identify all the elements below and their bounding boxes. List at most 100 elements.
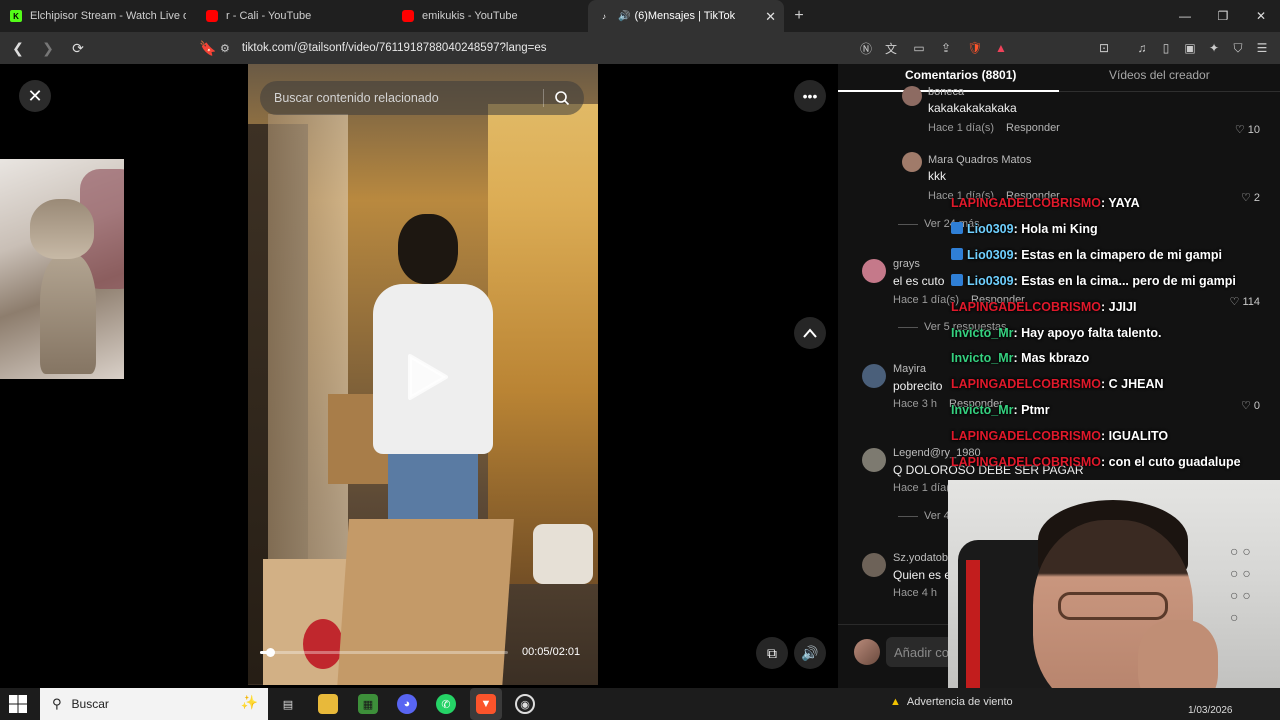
wallet-icon[interactable]: ▣	[1181, 38, 1199, 58]
cat-overlay-image	[0, 159, 124, 379]
tab-tiktok[interactable]: ♪ 🔊 (6)Mensajes | TikTok ✕	[588, 0, 784, 32]
taskbar-date: 1/03/2026	[1188, 705, 1233, 716]
obs-icon[interactable]: ◉	[515, 694, 535, 714]
reload-icon[interactable]: ⟳	[66, 36, 90, 60]
avatar[interactable]	[862, 364, 886, 388]
chat-username: Invicto_Mr	[951, 325, 1014, 340]
forward-icon[interactable]: ❯	[36, 36, 60, 60]
comment-text: Quien es e	[893, 568, 952, 582]
comment-user[interactable]: grays	[893, 258, 920, 270]
chat-message: LAPINGADELCOBRISMO: JJIJI	[951, 300, 1136, 314]
kick-favicon-icon: K	[10, 10, 22, 22]
play-icon[interactable]	[398, 350, 452, 404]
task-view-icon[interactable]: ▤	[278, 694, 298, 714]
comment-user[interactable]: Sz.yodatob	[893, 552, 948, 564]
avatar[interactable]	[902, 152, 922, 172]
view-replies-button[interactable]: Ver 4	[898, 510, 950, 522]
taskbar-search-input[interactable]: ⚲ Buscar ✨	[40, 688, 268, 720]
chat-badge-icon	[951, 221, 963, 234]
comment-user[interactable]: Mayira	[893, 363, 926, 375]
chat-text: : Mas kbrazo	[1013, 351, 1090, 366]
tab-youtube-emikukis[interactable]: emikukis - YouTube	[392, 0, 588, 32]
close-window-icon[interactable]: ✕	[1242, 0, 1280, 32]
screen: K Elchipisor Stream - Watch Live on r - …	[0, 0, 1280, 720]
chat-message: Lio0309: Estas en la cima... pero de mi …	[951, 273, 1236, 288]
url-field[interactable]: ⚙ tiktok.com/@tailsonf/video/76119187880…	[220, 38, 547, 58]
previous-video-button[interactable]	[794, 317, 826, 349]
like-count[interactable]: ♡ 10	[1235, 123, 1260, 136]
tab-youtube-cali[interactable]: r - Cali - YouTube	[196, 0, 392, 32]
pip-button[interactable]: ⧉	[756, 637, 788, 669]
close-video-button[interactable]: ✕	[19, 80, 51, 112]
avatar[interactable]	[862, 448, 886, 472]
chat-username: Invicto_Mr	[951, 403, 1014, 418]
restore-icon[interactable]: ❐	[1204, 0, 1242, 32]
video-progress-bar[interactable]	[260, 648, 508, 657]
tab-comments[interactable]: Comentarios (8801)	[905, 68, 1016, 82]
comment-meta: Hace 1 día(s) Responder	[928, 122, 1060, 134]
minimize-icon[interactable]: —	[1166, 0, 1204, 32]
windows-taskbar: ⚲ Buscar ✨ ▤ ▦ ◕ ✆ ▼ ◉ ▲ Advertencia de v…	[0, 688, 1280, 720]
chat-text: : Hola mi King	[1013, 221, 1098, 236]
volume-button[interactable]: 🔊	[794, 637, 826, 669]
close-tab-icon[interactable]: ✕	[765, 9, 776, 25]
vpn-icon[interactable]: ⛉	[1229, 38, 1247, 58]
translate-icon[interactable]: 文	[882, 38, 900, 58]
reply-button[interactable]: Responder	[1006, 122, 1060, 134]
video-timecode: 00:05/02:01	[522, 646, 581, 658]
music-icon[interactable]: ♫	[1133, 38, 1151, 58]
chat-text: : Estas en la cimapero de mi gampi	[1013, 247, 1222, 262]
comment-text: pobrecito	[893, 379, 943, 393]
related-search-input[interactable]: Buscar contenido relacionado	[260, 81, 584, 115]
windows-start-icon[interactable]	[8, 694, 28, 714]
new-tab-button[interactable]: +	[784, 0, 814, 32]
tab-kick[interactable]: K Elchipisor Stream - Watch Live on	[0, 0, 196, 32]
avatar[interactable]	[862, 259, 886, 283]
chat-message: LAPINGADELCOBRISMO: C JHEAN	[951, 377, 1164, 391]
speaker-icon: 🔊	[618, 10, 631, 22]
window-controls: — ❐ ✕	[1166, 0, 1280, 32]
extensions-icon[interactable]: ✦	[1205, 38, 1223, 58]
comment-user[interactable]: boneca	[928, 86, 964, 98]
chat-text: : JJIJI	[1101, 299, 1137, 314]
chat-text: : IGUALITO	[1101, 429, 1169, 444]
tiktok-favicon-icon: ♪	[602, 11, 606, 21]
tab-creator-videos[interactable]: Vídeos del creador	[1109, 68, 1210, 82]
file-explorer-icon[interactable]	[318, 694, 338, 714]
tab-label: (6)Mensajes | TikTok	[634, 10, 736, 22]
menu-icon[interactable]: ☰	[1253, 38, 1271, 58]
comment-text: kakakakakakaka	[928, 101, 1017, 115]
stream-chat-overlay: LAPINGADELCOBRISMO: YAYA Lio0309: Hola mi…	[946, 190, 1280, 480]
more-options-button[interactable]: •••	[794, 80, 826, 112]
search-icon[interactable]	[552, 88, 572, 108]
tab-label: Elchipisor Stream - Watch Live on	[30, 10, 186, 22]
discord-icon[interactable]: ◕	[397, 694, 417, 714]
sidebar-icon[interactable]: ▯	[1157, 38, 1175, 58]
back-icon[interactable]: ❮	[6, 36, 30, 60]
bookmark-icon[interactable]: 🔖	[196, 36, 220, 60]
comment-text: kkk	[928, 169, 946, 183]
brave-rewards-icon[interactable]: ▲	[992, 38, 1010, 58]
translate-off-icon[interactable]: Ⓝ	[857, 38, 875, 58]
chat-message: Invicto_Mr: Mas kbrazo	[951, 351, 1089, 365]
avatar[interactable]	[862, 553, 886, 577]
minecraft-icon[interactable]: ▦	[358, 694, 378, 714]
share-icon[interactable]: ⇪	[937, 38, 955, 58]
cast-icon[interactable]: ▭	[910, 38, 928, 58]
chat-username: Lio0309	[967, 247, 1014, 262]
chat-badge-icon	[951, 273, 963, 286]
brave-shield-icon[interactable]: 🛡	[966, 38, 984, 58]
whatsapp-icon[interactable]: ✆	[436, 694, 456, 714]
youtube-favicon-icon	[206, 10, 218, 22]
screenshot-icon[interactable]: ⊡	[1095, 38, 1113, 58]
comment-meta: Hace 4 h	[893, 587, 938, 599]
chat-username: LAPINGADELCOBRISMO	[951, 429, 1101, 444]
comment-user[interactable]: Mara Quadros Matos	[928, 154, 1031, 166]
weather-warning[interactable]: ▲ Advertencia de viento	[890, 696, 1013, 708]
browser-tab-bar: K Elchipisor Stream - Watch Live on r - …	[0, 0, 1280, 32]
webcam-overlay: ○ ○ ○ ○ ○ ○ ○	[948, 480, 1280, 712]
avatar[interactable]	[902, 86, 922, 106]
chat-message: Lio0309: Estas en la cimapero de mi gamp…	[951, 247, 1222, 262]
site-settings-icon[interactable]: ⚙	[220, 42, 230, 55]
brave-icon[interactable]: ▼	[476, 694, 496, 714]
